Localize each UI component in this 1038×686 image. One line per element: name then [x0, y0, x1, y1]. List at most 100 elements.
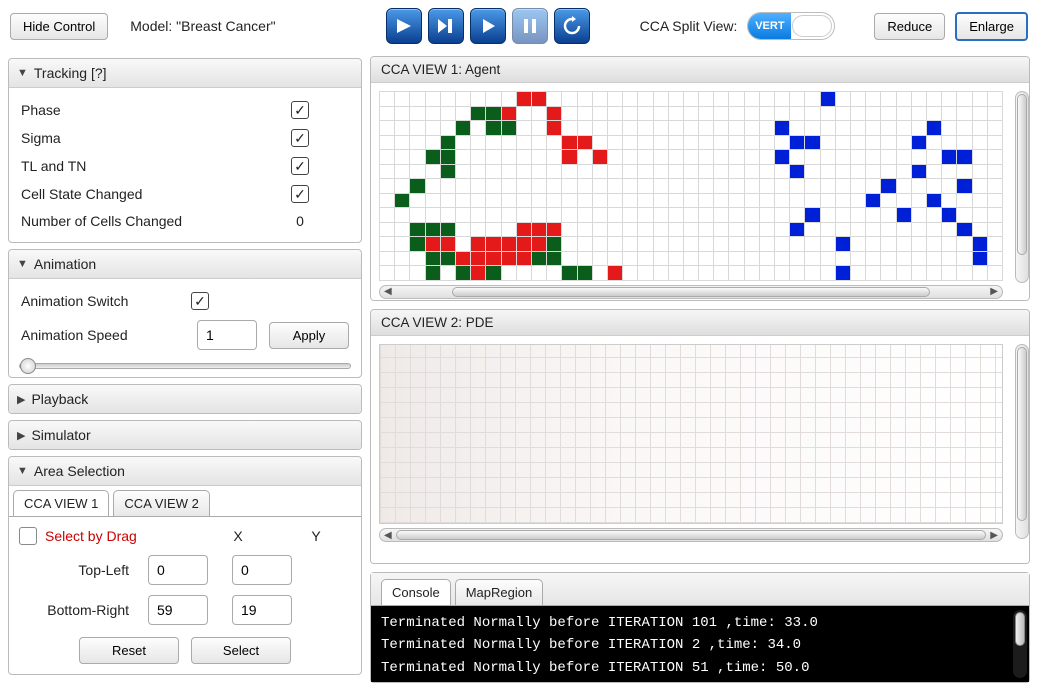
tab-console[interactable]: Console: [381, 579, 451, 605]
grid-cell: [395, 92, 409, 106]
grid-cell: [517, 92, 531, 106]
grid-cell: [699, 121, 713, 135]
view2-vscrollbar[interactable]: [1015, 344, 1029, 539]
grid-cell: [942, 223, 956, 237]
grid-cell: [608, 252, 622, 266]
grid-cell: [426, 252, 440, 266]
reload-icon[interactable]: [554, 8, 590, 44]
animation-header[interactable]: ▼ Animation: [9, 250, 361, 279]
grid-cell: [608, 136, 622, 150]
grid-cell: [927, 136, 941, 150]
grid-cell: [426, 92, 440, 106]
grid-cell: [790, 107, 804, 121]
grid-cell: [790, 92, 804, 106]
chevron-down-icon: ▼: [17, 67, 28, 79]
bottom-right-x-input[interactable]: [148, 595, 208, 625]
playback-header[interactable]: ▶ Playback: [9, 385, 361, 413]
grid-cell: [547, 237, 561, 251]
grid-cell: [471, 194, 485, 208]
grid-cell: [897, 208, 911, 222]
grid-cell: [532, 92, 546, 106]
grid-cell: [973, 107, 987, 121]
grid-cell: [517, 237, 531, 251]
grid-cell: [729, 150, 743, 164]
grid-cell: [441, 150, 455, 164]
step-right-icon[interactable]: [386, 8, 422, 44]
grid-cell: [790, 165, 804, 179]
simulator-header[interactable]: ▶ Simulator: [9, 421, 361, 449]
grid-cell: [669, 136, 683, 150]
view1-hscrollbar[interactable]: ◀ ▶: [379, 285, 1003, 299]
animation-speed-slider[interactable]: [19, 363, 351, 369]
reduce-button[interactable]: Reduce: [874, 13, 945, 40]
tracking-checkbox[interactable]: ✓: [291, 185, 309, 203]
grid-cell: [593, 150, 607, 164]
grid-cell: [456, 121, 470, 135]
grid-cell: [471, 107, 485, 121]
scroll-left-icon[interactable]: ◀: [384, 286, 392, 297]
grid-cell: [380, 266, 394, 280]
grid-cell: [897, 194, 911, 208]
animation-speed-input[interactable]: [197, 320, 257, 350]
tracking-checkbox[interactable]: ✓: [291, 157, 309, 175]
tab-cca-view-1[interactable]: CCA VIEW 1: [13, 490, 109, 516]
animation-switch-checkbox[interactable]: ✓: [191, 292, 209, 310]
grid-cell: [988, 165, 1002, 179]
tracking-checkbox[interactable]: ✓: [291, 129, 309, 147]
grid-cell: [486, 92, 500, 106]
grid-cell: [593, 194, 607, 208]
animation-speed-label: Animation Speed: [21, 327, 185, 343]
bottom-right-y-input[interactable]: [232, 595, 292, 625]
grid-cell: [486, 208, 500, 222]
area-selection-header[interactable]: ▼ Area Selection: [9, 457, 361, 486]
grid-cell: [456, 92, 470, 106]
grid-cell: [441, 165, 455, 179]
tab-mapregion[interactable]: MapRegion: [455, 579, 544, 605]
grid-cell: [821, 237, 835, 251]
grid-cell: [714, 107, 728, 121]
grid-cell: [699, 252, 713, 266]
grid-cell: [395, 208, 409, 222]
grid-cell: [547, 208, 561, 222]
scroll-right-icon[interactable]: ▶: [990, 286, 998, 297]
top-left-y-input[interactable]: [232, 555, 292, 585]
tab-cca-view-2[interactable]: CCA VIEW 2: [113, 490, 209, 516]
view1-vscrollbar[interactable]: [1015, 91, 1029, 283]
hide-control-button[interactable]: Hide Control: [10, 13, 108, 40]
grid-cell: [927, 121, 941, 135]
tracking-checkbox[interactable]: ✓: [291, 101, 309, 119]
skip-forward-icon[interactable]: [428, 8, 464, 44]
pause-icon[interactable]: [512, 8, 548, 44]
apply-button[interactable]: Apply: [269, 322, 349, 349]
grid-cell: [502, 179, 516, 193]
enlarge-button[interactable]: Enlarge: [955, 12, 1028, 41]
top-left-x-input[interactable]: [148, 555, 208, 585]
grid-cell: [805, 92, 819, 106]
reset-button[interactable]: Reset: [79, 637, 179, 664]
grid-cell: [821, 208, 835, 222]
grid-cell: [380, 179, 394, 193]
grid-cell: [638, 252, 652, 266]
bottom-right-label: Bottom-Right: [47, 602, 129, 618]
grid-cell: [380, 150, 394, 164]
view2-hscrollbar[interactable]: ◀ ▶: [379, 528, 1003, 542]
tracking-label: TL and TN: [21, 158, 291, 174]
grid-cell: [578, 92, 592, 106]
animation-switch-label: Animation Switch: [21, 293, 191, 309]
tracking-header[interactable]: ▼ Tracking [?]: [9, 59, 361, 88]
select-button[interactable]: Select: [191, 637, 291, 664]
simulator-panel: ▶ Simulator: [8, 420, 362, 450]
grid-cell: [547, 136, 561, 150]
split-view-toggle[interactable]: VERT: [747, 12, 835, 40]
scroll-right-icon[interactable]: ▶: [990, 530, 998, 541]
grid-cell: [502, 121, 516, 135]
select-by-drag-checkbox[interactable]: [19, 527, 37, 545]
play-icon[interactable]: [470, 8, 506, 44]
console-vscrollbar[interactable]: [1013, 610, 1027, 678]
grid-cell: [714, 92, 728, 106]
grid-cell: [638, 136, 652, 150]
grid-cell: [821, 121, 835, 135]
scroll-left-icon[interactable]: ◀: [384, 530, 392, 541]
cca-view-1-title: CCA VIEW 1: Agent: [371, 57, 1029, 83]
console-output: Terminated Normally before ITERATION 101…: [371, 606, 1029, 682]
